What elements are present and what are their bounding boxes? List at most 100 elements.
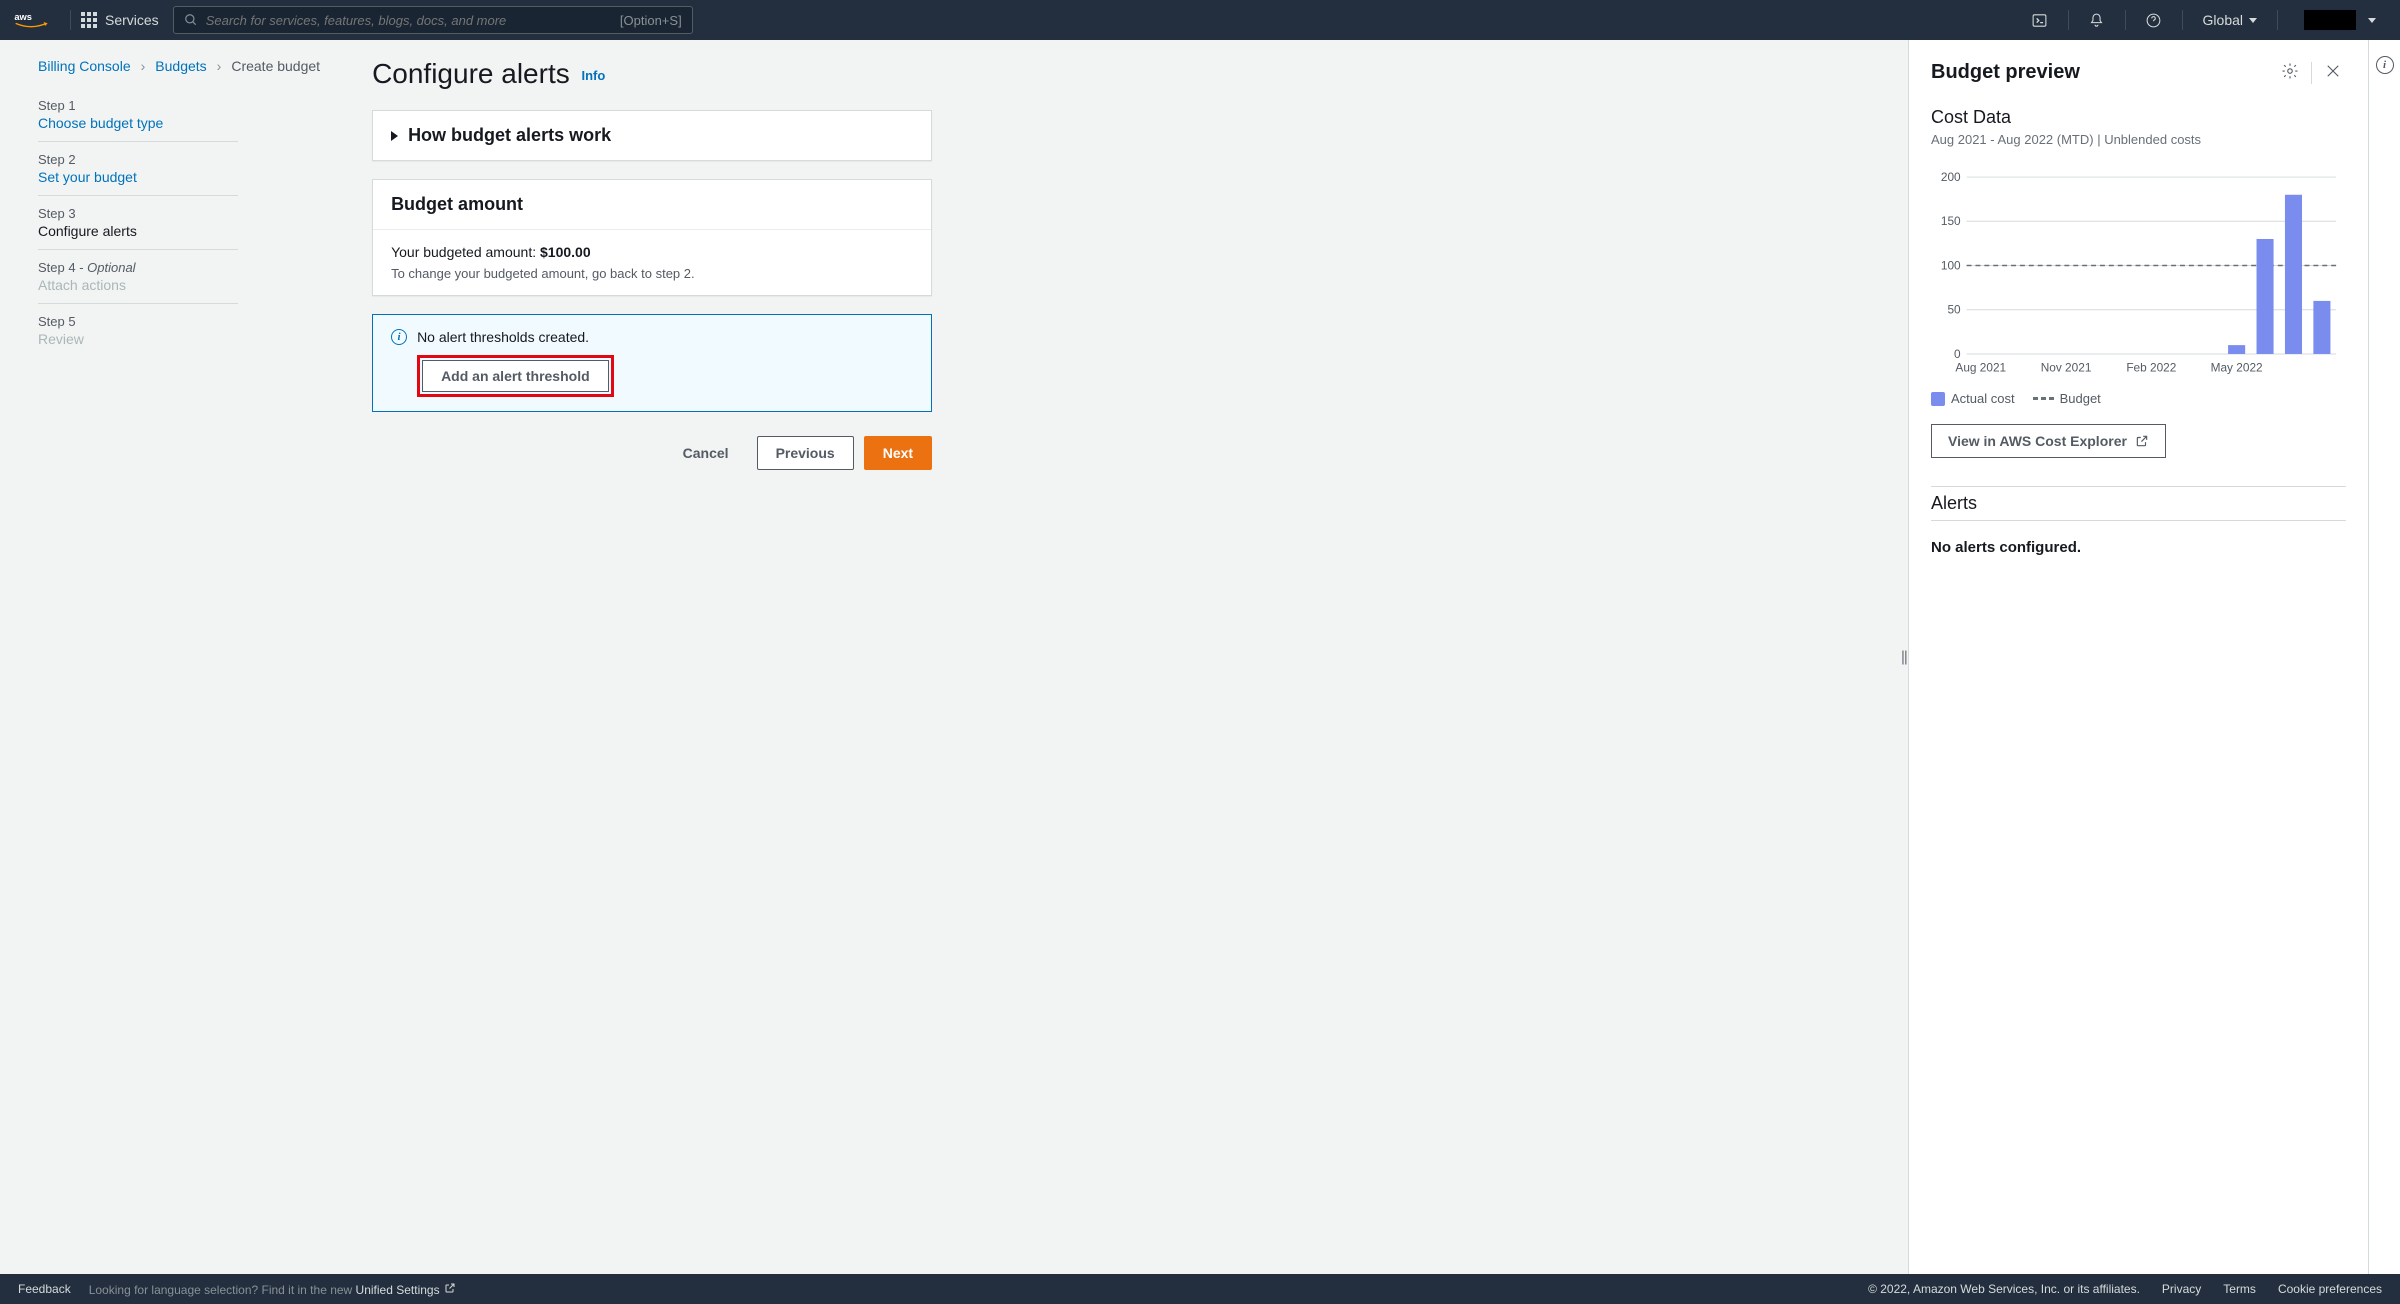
top-nav: aws Services [Option+S] Global <box>0 0 2400 40</box>
previous-button[interactable]: Previous <box>757 436 854 470</box>
nav-divider <box>2277 10 2278 30</box>
step-4: Step 4 - Optional Attach actions <box>38 250 238 304</box>
breadcrumb-billing[interactable]: Billing Console <box>38 58 131 74</box>
aws-logo[interactable]: aws <box>14 10 48 30</box>
bar-chart-svg: 050100150200Aug 2021Nov 2021Feb 2022May … <box>1931 159 2346 379</box>
preview-settings-button[interactable] <box>2277 58 2303 87</box>
bell-icon <box>2088 12 2105 29</box>
info-toggle-button[interactable]: i <box>2376 56 2394 74</box>
region-label: Global <box>2203 12 2243 28</box>
privacy-link[interactable]: Privacy <box>2162 1282 2201 1296</box>
help-icon <box>2145 12 2162 29</box>
step-title: Set your budget <box>38 169 238 185</box>
resize-handle[interactable]: || <box>1901 649 1907 666</box>
main-area: Billing Console › Budgets › Create budge… <box>0 40 1908 1274</box>
step-label: Step 1 <box>38 98 238 113</box>
breadcrumb: Billing Console › Budgets › Create budge… <box>38 58 320 74</box>
svg-text:Nov 2021: Nov 2021 <box>2041 361 2092 375</box>
how-alerts-work-panel: How budget alerts work <box>372 110 932 161</box>
legend-dash-icon <box>2033 397 2054 400</box>
nav-right: Global <box>2022 0 2386 40</box>
cost-data-subtitle: Aug 2021 - Aug 2022 (MTD) | Unblended co… <box>1931 132 2346 147</box>
svg-text:Aug 2021: Aug 2021 <box>1955 361 2006 375</box>
step-label: Step 3 <box>38 206 238 221</box>
svg-text:150: 150 <box>1941 214 1961 228</box>
notifications-button[interactable] <box>2079 0 2115 40</box>
divider <box>1931 520 2346 521</box>
no-thresholds-row: i No alert thresholds created. <box>391 329 913 345</box>
next-button[interactable]: Next <box>864 436 932 470</box>
services-menu-button[interactable]: Services <box>81 12 159 28</box>
info-icon: i <box>391 329 407 345</box>
caret-down-icon <box>2368 18 2376 23</box>
budget-amount-sub: To change your budgeted amount, go back … <box>391 266 913 281</box>
cloudshell-button[interactable] <box>2022 0 2058 40</box>
breadcrumb-budgets[interactable]: Budgets <box>155 58 206 74</box>
step-2[interactable]: Step 2 Set your budget <box>38 142 238 196</box>
external-link-icon <box>2135 434 2149 448</box>
search-box[interactable]: [Option+S] <box>173 6 693 34</box>
feedback-link[interactable]: Feedback <box>18 1282 71 1296</box>
language-hint: Looking for language selection? Find it … <box>89 1282 456 1297</box>
account-selector[interactable] <box>2288 10 2386 30</box>
svg-text:100: 100 <box>1941 258 1961 272</box>
step-title: Choose budget type <box>38 115 238 131</box>
triangle-right-icon <box>391 131 398 141</box>
cancel-button[interactable]: Cancel <box>665 437 747 469</box>
region-selector[interactable]: Global <box>2193 12 2267 28</box>
svg-text:Feb 2022: Feb 2022 <box>2126 361 2176 375</box>
view-cost-explorer-button[interactable]: View in AWS Cost Explorer <box>1931 424 2166 458</box>
panel-title: Budget amount <box>391 194 523 215</box>
add-alert-threshold-button[interactable]: Add an alert threshold <box>422 360 609 392</box>
step-1[interactable]: Step 1 Choose budget type <box>38 88 238 142</box>
search-icon <box>184 13 198 27</box>
no-thresholds-text: No alert thresholds created. <box>417 329 589 345</box>
svg-text:May 2022: May 2022 <box>2211 361 2263 375</box>
budget-preview-panel: || Budget preview Cost Data Aug 2021 - A… <box>1908 40 2368 1274</box>
chevron-right-icon: › <box>217 58 222 74</box>
step-label: Step 2 <box>38 152 238 167</box>
close-icon <box>2324 62 2342 80</box>
panel-title: How budget alerts work <box>408 125 611 146</box>
preview-close-button[interactable] <box>2320 58 2346 87</box>
nav-divider <box>2182 10 2183 30</box>
step-5: Step 5 Review <box>38 304 238 357</box>
svg-text:50: 50 <box>1947 303 1961 317</box>
services-label: Services <box>105 12 159 28</box>
grid-icon <box>81 12 97 28</box>
search-input[interactable] <box>206 13 620 28</box>
legend-swatch-icon <box>1931 392 1945 406</box>
preview-title: Budget preview <box>1931 61 2277 84</box>
wizard-actions: Cancel Previous Next <box>372 436 932 470</box>
account-redacted <box>2304 10 2356 30</box>
help-button[interactable] <box>2136 0 2172 40</box>
chart-legend: Actual cost Budget <box>1931 391 2346 406</box>
step-title: Review <box>38 331 238 347</box>
legend-budget: Budget <box>2033 391 2101 406</box>
left-column: Billing Console › Budgets › Create budge… <box>38 58 320 1254</box>
cloudshell-icon <box>2031 12 2048 29</box>
page-title: Configure alerts Info <box>372 58 932 90</box>
info-link[interactable]: Info <box>582 68 606 83</box>
budget-amount-line: Your budgeted amount: $100.00 <box>391 244 913 260</box>
panel-body: Your budgeted amount: $100.00 To change … <box>373 229 931 295</box>
chevron-right-icon: › <box>141 58 146 74</box>
cookie-preferences-link[interactable]: Cookie preferences <box>2278 1282 2382 1296</box>
alerts-section: Alerts No alerts configured. <box>1931 486 2346 556</box>
separator <box>2311 62 2312 84</box>
step-label: Step 5 <box>38 314 238 329</box>
terms-link[interactable]: Terms <box>2223 1282 2256 1296</box>
breadcrumb-current: Create budget <box>231 58 320 74</box>
preview-header: Budget preview <box>1931 58 2346 87</box>
gear-icon <box>2281 62 2299 80</box>
svg-text:200: 200 <box>1941 170 1961 184</box>
step-label: Step 4 - Optional <box>38 260 238 275</box>
alert-thresholds-box: i No alert thresholds created. Add an al… <box>372 314 932 412</box>
footer-right: © 2022, Amazon Web Services, Inc. or its… <box>1868 1282 2382 1296</box>
legend-actual-cost: Actual cost <box>1931 391 2015 406</box>
search-shortcut: [Option+S] <box>620 13 682 28</box>
content-column: Configure alerts Info How budget alerts … <box>372 58 932 1254</box>
unified-settings-link[interactable]: Unified Settings <box>356 1283 456 1297</box>
how-alerts-work-toggle[interactable]: How budget alerts work <box>373 111 931 160</box>
nav-divider <box>70 10 71 30</box>
